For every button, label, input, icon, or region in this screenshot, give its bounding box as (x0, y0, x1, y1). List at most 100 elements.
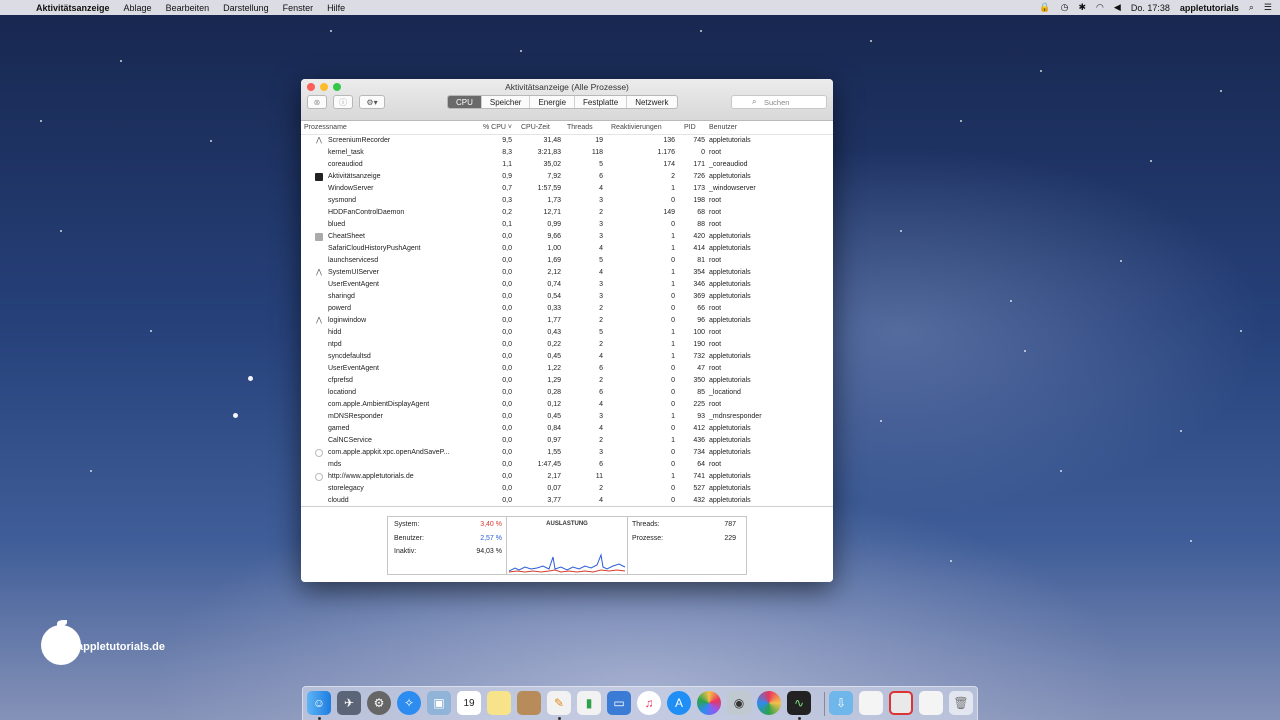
table-row[interactable]: gamed 0,0 0,84 4 0 412 appletutorials (301, 423, 833, 435)
column-header-cpu[interactable]: % CPU ˅ (481, 124, 512, 131)
contacts-icon[interactable] (517, 691, 541, 715)
menubar-clock[interactable]: Do. 17:38 (1131, 3, 1170, 13)
column-header-cpu-time[interactable]: CPU-Zeit (521, 124, 550, 131)
column-header-name[interactable]: Prozessname (304, 124, 347, 131)
table-row[interactable]: UserEventAgent 0,0 1,22 6 0 47 root (301, 363, 833, 375)
downloads-folder-icon[interactable]: ⇩ (829, 691, 853, 715)
table-row[interactable]: hidd 0,0 0,43 5 1 100 root (301, 327, 833, 339)
pages-icon[interactable]: ✎ (547, 691, 571, 715)
wifi-icon[interactable]: ◠ (1096, 2, 1104, 13)
photos-icon[interactable] (697, 691, 721, 715)
tab-cpu[interactable]: CPU (448, 96, 481, 108)
search-field[interactable]: ⌕ Suchen (731, 95, 827, 109)
launchpad-icon[interactable]: ✈ (337, 691, 361, 715)
safari-icon[interactable]: ✧ (397, 691, 421, 715)
table-row[interactable]: WindowServer 0,7 1:57,59 4 1 173 _windowserver (301, 183, 833, 195)
menu-bearbeiten[interactable]: Bearbeiten (166, 3, 210, 13)
table-row[interactable]: powerd 0,0 0,33 2 0 66 root (301, 303, 833, 315)
preview-icon[interactable]: ▣ (427, 691, 451, 715)
table-row[interactable]: com.apple.AmbientDisplayAgent 0,0 0,12 4 0 22… (301, 399, 833, 411)
cell-pid: 734 (693, 449, 705, 456)
files-stack-icon[interactable] (919, 691, 943, 715)
info-button[interactable]: ⓘ (333, 95, 353, 109)
notification-center-icon[interactable]: ☰ (1264, 2, 1272, 13)
cell-time: 0,45 (547, 413, 561, 420)
column-header-threads[interactable]: Threads (567, 124, 593, 131)
table-row[interactable]: com.apple.appkit.xpc.openAndSaveP... 0,0 1… (301, 447, 833, 459)
cell-time: 0,33 (547, 305, 561, 312)
tab-energie[interactable]: Energie (529, 96, 574, 108)
menu-hilfe[interactable]: Hilfe (327, 3, 345, 13)
column-header-user[interactable]: Benutzer (709, 124, 737, 131)
bluetooth-icon[interactable]: ✱ (1079, 2, 1087, 13)
app-store-icon[interactable]: A (667, 691, 691, 715)
notes-icon[interactable] (487, 691, 511, 715)
keynote-icon[interactable]: ▭ (607, 691, 631, 715)
calendar-icon[interactable]: 19 (457, 691, 481, 715)
idle-value: 94,03 % (476, 548, 502, 555)
time-machine-icon[interactable]: ◷ (1061, 2, 1069, 13)
cell-pid: 412 (693, 425, 705, 432)
action-menu-button[interactable]: ⚙▾ (359, 95, 385, 109)
table-row[interactable]: CalNCService 0,0 0,97 2 1 436 appletutorials (301, 435, 833, 447)
itunes-icon[interactable]: ♫ (637, 691, 661, 715)
appletutorials-logo: appletutorials.de (41, 620, 181, 670)
column-header-pid[interactable]: PID (684, 124, 696, 131)
table-row[interactable]: locationd 0,0 0,28 6 0 85 _locationd (301, 387, 833, 399)
table-row[interactable]: syncdefaultsd 0,0 0,45 4 1 732 appletutorials (301, 351, 833, 363)
table-row[interactable]: mDNSResponder 0,0 0,45 3 1 93 _mdnsresponder (301, 411, 833, 423)
finder-icon[interactable]: ☺ (307, 691, 331, 715)
table-row[interactable]: http://www.appletutorials.de 0,0 2,17 11 1 74… (301, 471, 833, 483)
volume-icon[interactable]: ◀ (1114, 2, 1121, 13)
cell-time: 31,48 (543, 137, 561, 144)
menu-fenster[interactable]: Fenster (283, 3, 314, 13)
tab-speicher[interactable]: Speicher (480, 96, 530, 108)
screenshots-stack-icon[interactable] (889, 691, 913, 715)
colorsync-icon[interactable] (757, 691, 781, 715)
table-row[interactable]: blued 0,1 0,99 3 0 88 root (301, 219, 833, 231)
cell-threads: 2 (599, 305, 603, 312)
search-icon[interactable]: ⌕ (1249, 2, 1254, 13)
table-row[interactable]: ⋀ SystemUIServer 0,0 2,12 4 1 354 appletutorial… (301, 267, 833, 279)
table-row[interactable]: sharingd 0,0 0,54 3 0 369 appletutorials (301, 291, 833, 303)
activity-monitor-icon[interactable]: ∿ (787, 691, 811, 715)
tab-festplatte[interactable]: Festplatte (574, 96, 626, 108)
table-row[interactable]: ntpd 0,0 0,22 2 1 190 root (301, 339, 833, 351)
cell-time: 1,73 (547, 197, 561, 204)
menubar-user[interactable]: appletutorials (1180, 3, 1239, 13)
table-row[interactable]: kernel_task 8,3 3:21,83 118 1.176 0 root (301, 147, 833, 159)
table-row[interactable]: cfprefsd 0,0 1,29 2 0 350 appletutorials (301, 375, 833, 387)
menu-darstellung[interactable]: Darstellung (223, 3, 269, 13)
table-row[interactable]: sysmond 0,3 1,73 3 0 198 root (301, 195, 833, 207)
table-row[interactable]: SafariCloudHistoryPushAgent 0,0 1,00 4 1 414 a… (301, 243, 833, 255)
documents-stack-icon[interactable] (859, 691, 883, 715)
lock-icon[interactable]: 🔒 (1039, 2, 1050, 13)
cell-name: kernel_task (328, 149, 364, 156)
table-row[interactable]: Aktivitätsanzeige 0,9 7,92 6 2 726 appletutori… (301, 171, 833, 183)
menu-app-name[interactable]: Aktivitätsanzeige (36, 3, 110, 13)
trash-icon[interactable]: 🗑 (949, 691, 973, 715)
cell-threads: 5 (599, 161, 603, 168)
column-header-reactivations[interactable]: Reaktivierungen (611, 124, 662, 131)
cell-user: appletutorials (709, 353, 751, 360)
table-row[interactable]: mds 0,0 1:47,45 6 0 64 root (301, 459, 833, 471)
numbers-icon[interactable]: ▮ (577, 691, 601, 715)
system-preferences-icon[interactable]: ⚙ (367, 691, 391, 715)
photo-booth-icon[interactable]: ◉ (727, 691, 751, 715)
cell-threads: 3 (599, 413, 603, 420)
cell-user: appletutorials (709, 377, 751, 384)
cell-time: 2,12 (547, 269, 561, 276)
table-row[interactable]: CheatSheet 0,0 9,66 3 1 420 appletutorials (301, 231, 833, 243)
table-row[interactable]: HDDFanControlDaemon 0,2 12,71 2 149 68 root (301, 207, 833, 219)
cell-threads: 3 (599, 221, 603, 228)
stop-process-button[interactable]: ⊗ (307, 95, 327, 109)
table-row[interactable]: ⋀ loginwindow 0,0 1,77 2 0 96 appletutorials (301, 315, 833, 327)
table-row[interactable]: launchservicesd 0,0 1,69 5 0 81 root (301, 255, 833, 267)
table-row[interactable]: storelegacy 0,0 0,07 2 0 527 appletutorials (301, 483, 833, 495)
table-row[interactable]: UserEventAgent 0,0 0,74 3 1 346 appletutorials (301, 279, 833, 291)
table-row[interactable]: ⋀ ScreeniumRecorder 9,5 31,48 19 136 745 applet… (301, 135, 833, 147)
table-row[interactable]: coreaudiod 1,1 35,02 5 174 171 _coreaudiod (301, 159, 833, 171)
cell-time: 0,97 (547, 437, 561, 444)
menu-ablage[interactable]: Ablage (124, 3, 152, 13)
tab-netzwerk[interactable]: Netzwerk (626, 96, 676, 108)
